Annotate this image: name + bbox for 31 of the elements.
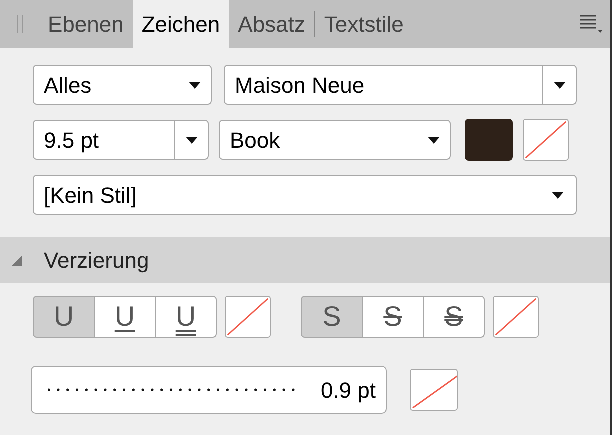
scope-dropdown[interactable]: Alles — [33, 65, 212, 105]
dropdown-caret-icon — [428, 136, 440, 144]
no-color-swatch[interactable] — [410, 369, 458, 411]
stroke-width-value: 0.9 pt — [320, 376, 376, 405]
strikethrough-option[interactable]: S — [362, 296, 424, 338]
dropdown-caret-icon — [552, 192, 564, 198]
font-weight-dropdown[interactable]: Book — [219, 120, 451, 160]
panel-tab[interactable]: Textstile — [315, 0, 413, 48]
dropdown-caret-icon — [554, 82, 566, 88]
collapse-triangle-icon — [10, 254, 22, 266]
font-size-field[interactable]: 9.5 pt — [33, 120, 209, 160]
stroke-width-field[interactable]: 0.9 pt — [31, 366, 387, 414]
menu-icon[interactable] — [580, 15, 604, 33]
strikethrough-option[interactable]: S — [423, 296, 485, 338]
panel-tab[interactable]: Absatz — [229, 0, 314, 48]
no-color-swatch[interactable] — [225, 296, 271, 338]
underline-option[interactable]: U — [33, 296, 95, 338]
no-color-swatch[interactable] — [493, 296, 539, 338]
panel-tab[interactable]: Ebenen — [39, 0, 133, 48]
underline-option[interactable]: U — [155, 296, 217, 338]
strikethrough-option[interactable]: S — [301, 296, 363, 338]
style-dropdown[interactable]: [Kein Stil] — [33, 175, 577, 215]
fill-color-swatch[interactable] — [465, 119, 513, 161]
dropdown-caret-icon — [186, 136, 198, 144]
underline-option[interactable]: U — [94, 296, 156, 338]
panel-tab[interactable]: Zeichen — [132, 0, 230, 48]
dropdown-caret-icon — [189, 82, 201, 88]
font-family-dropdown[interactable]: Maison Neue — [224, 65, 577, 105]
section-header[interactable]: Verzierung — [0, 237, 610, 283]
drag-handle-icon[interactable] — [17, 15, 23, 33]
no-color-swatch[interactable] — [523, 119, 569, 161]
